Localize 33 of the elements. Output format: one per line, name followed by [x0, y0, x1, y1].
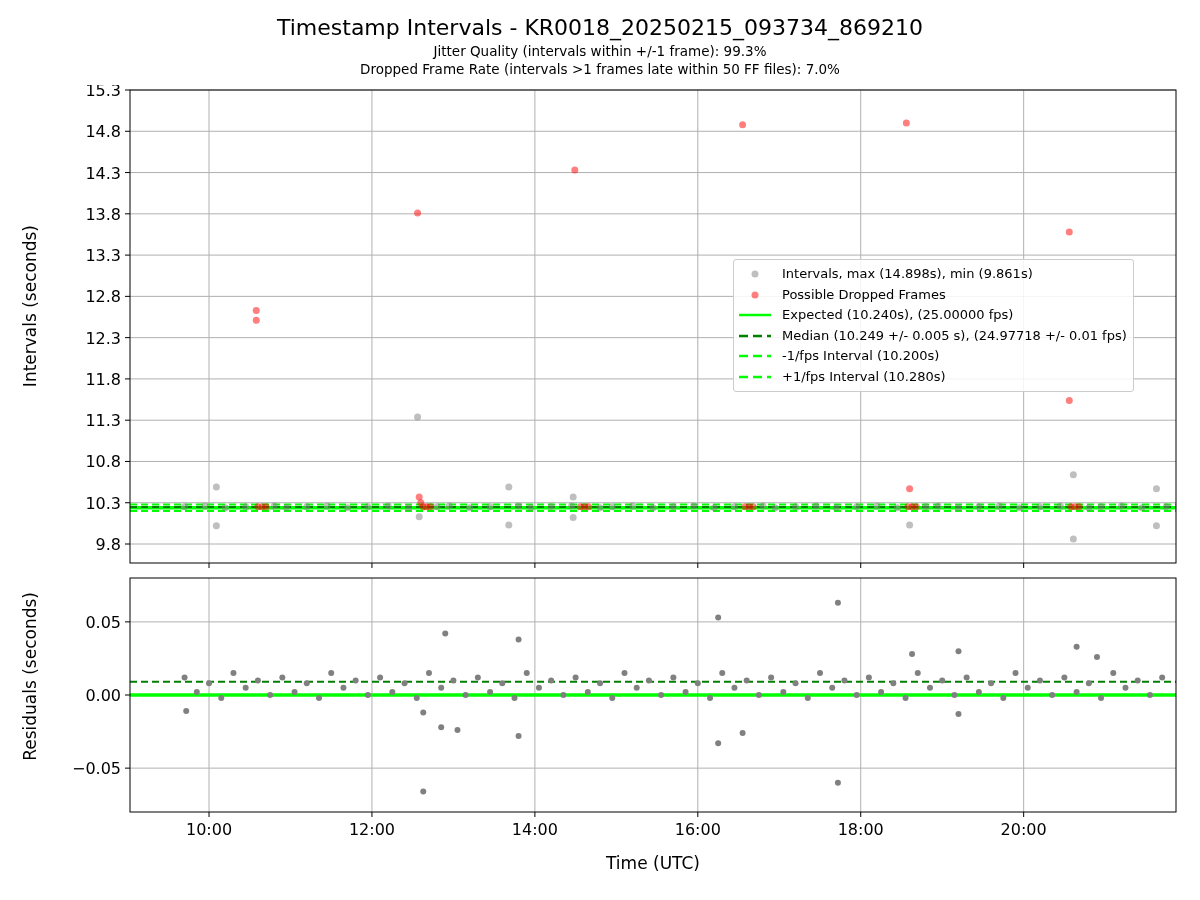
tick-label: 11.8 [85, 369, 121, 389]
legend-label: Possible Dropped Frames [782, 285, 946, 304]
tick-label: 12:00 [348, 820, 395, 839]
axis-title: Time (UTC) [606, 853, 700, 873]
legend-label: Median (10.249 +/- 0.005 s), (24.97718 +/- 0.01 fps) [782, 326, 1127, 345]
tick-label: 12.3 [85, 328, 121, 348]
tick-label: 18:00 [837, 820, 884, 839]
tick-label: 11.3 [85, 411, 121, 431]
chart-subtitle: Jitter Quality (intervals within +/-1 frame): 99.3% [431, 42, 768, 60]
tick-label: 12.8 [85, 287, 121, 307]
tick-label: 10:00 [185, 820, 233, 839]
legend-label: +1/fps Interval (10.280s) [782, 367, 946, 386]
tick-label: 0.05 [85, 612, 121, 632]
tick-label: 20:00 [1000, 820, 1047, 839]
tick-label: 14.3 [85, 163, 121, 183]
legend-label: Expected (10.240s), (25.00000 fps) [782, 306, 1014, 324]
tick-label: 10.3 [85, 493, 121, 513]
tick-label: 13.8 [85, 204, 121, 224]
tick-label: −0.05 [71, 759, 121, 779]
axis-title: Residuals (seconds) [20, 592, 40, 761]
tick-label: 15.3 [85, 85, 121, 100]
tick-label: 13.3 [85, 246, 121, 266]
tick-label: 0.00 [85, 686, 121, 705]
chart-title: Timestamp Intervals - KR0018_20250215_093734_869210 [275, 14, 925, 42]
tick-label: 16:00 [674, 820, 721, 839]
tick-label: 10.8 [85, 452, 121, 472]
tick-label: 9.8 [95, 535, 121, 554]
legend-label: Intervals, max (14.898s), min (9.861s) [782, 265, 1033, 283]
chart-subtitle: Dropped Frame Rate (intervals >1 frames late within 50 FF files): 7.0% [359, 60, 841, 78]
tick-label: 14:00 [511, 820, 558, 839]
tick-label: 14.8 [85, 122, 121, 142]
legend-label: -1/fps Interval (10.200s) [782, 347, 940, 365]
axis-title: Intervals (seconds) [20, 225, 40, 388]
